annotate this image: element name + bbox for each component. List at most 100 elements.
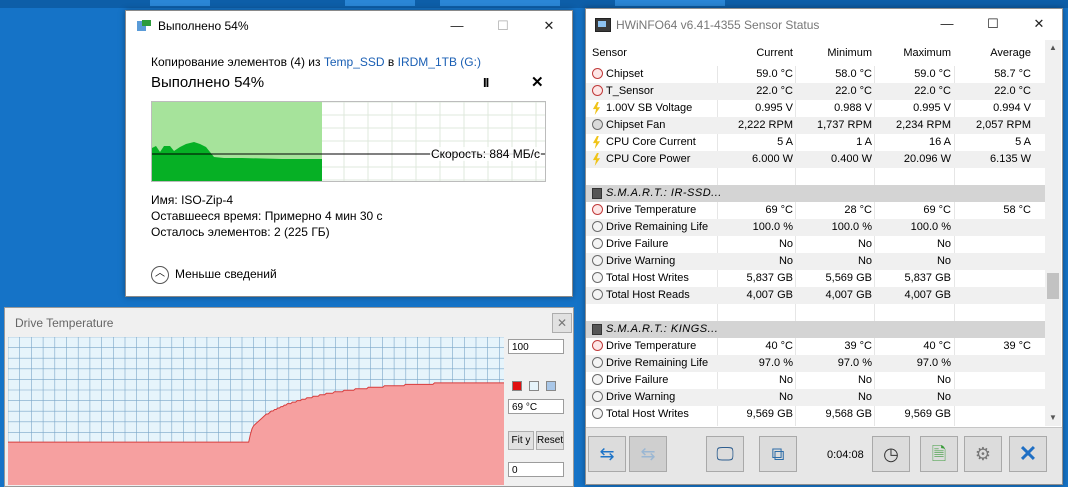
name-value: ISO-Zip-4 — [181, 193, 234, 207]
source-link[interactable]: Temp_SSD — [324, 55, 385, 69]
sensor-name: Total Host Writes — [606, 272, 689, 284]
monitor-search-icon: 🖵 — [716, 444, 734, 464]
hwinfo-sensor-window: HWiNFO64 v6.41-4355 Sensor Status — ☐ ✕ … — [585, 8, 1063, 485]
sensor-current: 9,569 GB — [746, 408, 793, 420]
sensor-row[interactable]: Drive Temperature 40 °C 39 °C 40 °C 39 °C — [586, 338, 1046, 355]
close-button[interactable]: ✕ — [1016, 9, 1062, 39]
network-icon: ⧉ — [771, 444, 785, 464]
temperature-plot-canvas — [8, 337, 504, 485]
temperature-plot — [8, 337, 504, 485]
sensor-maximum: 22.0 °C — [914, 85, 951, 97]
sensor-maximum: 2,234 RPM — [895, 119, 951, 131]
series-color-swatch[interactable] — [512, 381, 522, 391]
sensor-minimum: 4,007 GB — [825, 289, 872, 301]
less-details-button[interactable]: ︿ Меньше сведений — [151, 266, 277, 284]
min-value-field[interactable]: 0 — [508, 462, 564, 477]
sensor-maximum: No — [936, 255, 951, 267]
sensor-row[interactable]: Drive Remaining Life 100.0 % 100.0 % 100.0 … — [586, 219, 1046, 236]
sensor-row[interactable]: Total Host Writes 5,837 GB 5,569 GB 5,837 G… — [586, 270, 1046, 287]
sensor-name: T_Sensor — [606, 85, 654, 97]
clock-icon — [592, 357, 603, 368]
sensor-row[interactable]: 1.00V SB Voltage 0.995 V 0.988 V 0.995 V 0.9… — [586, 100, 1046, 117]
network-button[interactable]: ⧉ — [759, 436, 797, 472]
vertical-scrollbar[interactable]: ▲ ▼ — [1045, 40, 1061, 426]
sensor-row[interactable]: CPU Core Current 5 A 1 A 16 A 5 A — [586, 134, 1046, 151]
sensor-current: 100.0 % — [752, 221, 793, 233]
sensor-minimum: No — [857, 391, 872, 403]
sensor-row[interactable]: Drive Failure No No No — [586, 372, 1046, 389]
sensor-average — [956, 236, 1031, 253]
sensor-average — [956, 219, 1031, 236]
sensor-minimum: No — [857, 374, 872, 386]
close-sensors-button[interactable]: ✕ — [1009, 436, 1047, 472]
sensor-row[interactable]: Drive Warning No No No — [586, 253, 1046, 270]
header-maximum[interactable]: Maximum — [875, 45, 951, 62]
settings-button[interactable]: ⚙ — [964, 436, 1002, 472]
header-minimum[interactable]: Minimum — [796, 45, 872, 62]
scroll-up-icon[interactable]: ▲ — [1045, 40, 1061, 56]
nav-arrows-disabled-icon: ⇆ — [640, 444, 656, 464]
sensor-average — [956, 372, 1031, 389]
reset-button[interactable]: Reset — [536, 431, 564, 450]
sensor-name: Drive Remaining Life — [606, 357, 709, 369]
monitor-search-button[interactable]: 🖵 — [706, 436, 744, 472]
copy-app-icon — [137, 20, 151, 31]
target-link[interactable]: IRDM_1TB (G:) — [398, 55, 481, 69]
log-report-button[interactable]: 🗎 — [920, 436, 958, 472]
sensor-current: 40 °C — [765, 340, 793, 352]
sensor-row[interactable]: Drive Warning No No No — [586, 389, 1046, 406]
sensor-group-header[interactable]: S.M.A.R.T.: KINGS... — [586, 321, 1046, 338]
sensor-name: Chipset Fan — [606, 119, 666, 131]
sensor-minimum: No — [857, 238, 872, 250]
copy-prefix: Копирование элементов (4) из — [151, 55, 321, 69]
sensor-row[interactable]: T_Sensor 22.0 °C 22.0 °C 22.0 °C 22.0 °C — [586, 83, 1046, 100]
header-current[interactable]: Current — [718, 45, 793, 62]
copy-description: Копирование элементов (4) из Temp_SSD в … — [151, 55, 481, 69]
sensor-maximum: 59.0 °C — [914, 68, 951, 80]
scroll-thumb[interactable] — [1047, 273, 1059, 299]
sensor-group-header[interactable]: S.M.A.R.T.: IR-SSD... — [586, 185, 1046, 202]
copy-progress-dialog: Выполнено 54% — ☐ ✕ Копирование элементо… — [125, 10, 573, 297]
grid-color-swatch[interactable] — [546, 381, 556, 391]
sensor-row[interactable]: Total Host Reads 4,007 GB 4,007 GB 4,007 GB — [586, 287, 1046, 304]
sensor-maximum: No — [936, 391, 951, 403]
sensor-row[interactable]: Chipset Fan 2,222 RPM 1,737 RPM 2,234 RPM 2,… — [586, 117, 1046, 134]
sensor-maximum: 40 °C — [923, 340, 951, 352]
sensor-maximum: 69 °C — [923, 204, 951, 216]
sensor-row[interactable]: Total Host Writes 9,569 GB 9,568 GB 9,569 G… — [586, 406, 1046, 423]
sensor-row[interactable]: Chipset 59.0 °C 58.0 °C 59.0 °C 58.7 °C — [586, 66, 1046, 83]
sensor-row[interactable]: Drive Failure No No No — [586, 236, 1046, 253]
background-color-swatch[interactable] — [529, 381, 539, 391]
sensor-average: 2,057 RPM — [975, 119, 1031, 131]
header-average[interactable]: Average — [956, 45, 1031, 62]
maximize-button[interactable]: ☐ — [970, 9, 1016, 39]
sensor-row[interactable]: Drive Temperature 69 °C 28 °C 69 °C 58 °C — [586, 202, 1046, 219]
sensor-row[interactable]: CPU Core Power 6.000 W 0.400 W 20.096 W 6.13… — [586, 151, 1046, 168]
fit-y-button[interactable]: Fit y — [508, 431, 534, 450]
chevron-up-icon: ︿ — [151, 266, 169, 284]
graph-close-button[interactable]: ✕ — [552, 313, 572, 333]
sensor-name: Drive Remaining Life — [606, 221, 709, 233]
minimize-button[interactable]: — — [924, 9, 970, 39]
navigate-arrows-button[interactable]: ⇆ — [588, 436, 626, 472]
sensor-minimum: No — [857, 255, 872, 267]
current-value-field: 69 °C — [508, 399, 564, 414]
dialog-titlebar[interactable]: Выполнено 54% — ☐ ✕ — [126, 11, 572, 41]
scroll-down-icon[interactable]: ▼ — [1045, 410, 1061, 426]
close-button[interactable]: ✕ — [526, 11, 572, 41]
cancel-copy-button[interactable]: ✕ — [531, 73, 544, 91]
maximize-button[interactable]: ☐ — [480, 11, 526, 41]
elapsed-time: 0:04:08 — [827, 449, 864, 461]
reset-timer-button[interactable]: ◷ — [872, 436, 910, 472]
hwinfo-titlebar[interactable]: HWiNFO64 v6.41-4355 Sensor Status — ☐ ✕ — [586, 9, 1062, 40]
navigate-disabled-button[interactable]: ⇆ — [629, 436, 667, 472]
transfer-speed-graph: Скорость: 884 МБ/с — [151, 101, 546, 182]
max-value-field[interactable]: 100 — [508, 339, 564, 354]
sensor-row[interactable]: Drive Remaining Life 97.0 % 97.0 % 97.0 % — [586, 355, 1046, 372]
sensor-average — [956, 270, 1031, 287]
pause-button[interactable]: II — [483, 75, 489, 90]
header-sensor[interactable]: Sensor — [592, 45, 702, 62]
sensor-minimum: 39 °C — [844, 340, 872, 352]
minimize-button[interactable]: — — [434, 11, 480, 41]
sensor-maximum: 16 A — [928, 136, 951, 148]
